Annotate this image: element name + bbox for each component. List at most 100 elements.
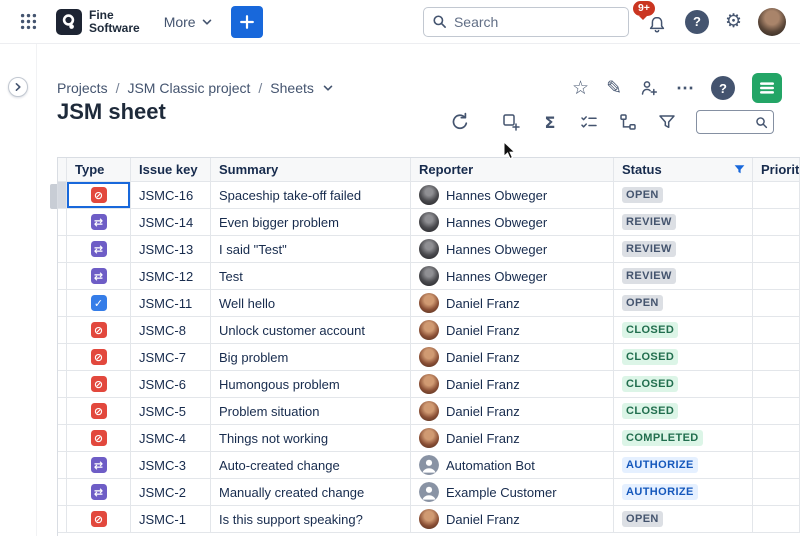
search-input[interactable] [453, 13, 620, 30]
hierarchy-icon[interactable] [618, 112, 638, 132]
status-cell[interactable]: REVIEW [614, 263, 753, 290]
reporter-cell[interactable]: Example Customer [411, 479, 614, 506]
priority-cell[interactable] [753, 425, 800, 452]
chevron-down-icon[interactable] [322, 82, 334, 94]
type-cell[interactable]: ⊘ [67, 398, 131, 425]
status-cell[interactable]: AUTHORIZE [614, 452, 753, 479]
help-button[interactable]: ? [684, 9, 709, 34]
status-cell[interactable]: REVIEW [614, 236, 753, 263]
add-view-icon[interactable] [501, 112, 521, 132]
header-status[interactable]: Status [614, 158, 753, 182]
row-handle-cell[interactable] [58, 506, 67, 533]
summary-cell[interactable]: Well hello [211, 290, 411, 317]
priority-cell[interactable] [753, 236, 800, 263]
type-cell[interactable]: ⇄ [67, 209, 131, 236]
reporter-cell[interactable]: Hannes Obweger [411, 209, 614, 236]
row-handle-cell[interactable] [58, 236, 67, 263]
row-handle-cell[interactable] [58, 452, 67, 479]
reporter-cell[interactable]: Daniel Franz [411, 344, 614, 371]
type-cell[interactable]: ⊘ [67, 506, 131, 533]
priority-cell[interactable] [753, 371, 800, 398]
edit-pencil-icon[interactable]: ✎ [606, 79, 622, 98]
priority-cell[interactable] [753, 452, 800, 479]
reporter-cell[interactable]: Automation Bot [411, 452, 614, 479]
row-handle-cell[interactable] [58, 290, 67, 317]
status-cell[interactable]: CLOSED [614, 344, 753, 371]
reporter-cell[interactable]: Daniel Franz [411, 398, 614, 425]
summary-cell[interactable]: Humongous problem [211, 371, 411, 398]
notifications-button[interactable]: 9+ [632, 0, 669, 35]
issue-key-cell[interactable]: JSMC-16 [131, 182, 211, 209]
sheet-help-button[interactable]: ? [711, 76, 735, 100]
issue-key-cell[interactable]: JSMC-5 [131, 398, 211, 425]
settings-button[interactable]: ⚙ [725, 12, 742, 31]
favorite-star-icon[interactable]: ☆ [572, 79, 589, 98]
summary-cell[interactable]: Manually created change [211, 479, 411, 506]
status-cell[interactable]: CLOSED [614, 317, 753, 344]
summary-cell[interactable]: Things not working [211, 425, 411, 452]
refresh-icon[interactable] [450, 112, 470, 132]
priority-cell[interactable] [753, 398, 800, 425]
reporter-cell[interactable]: Daniel Franz [411, 371, 614, 398]
reporter-cell[interactable]: Daniel Franz [411, 317, 614, 344]
summary-cell[interactable]: Auto-created change [211, 452, 411, 479]
summary-cell[interactable]: Is this support speaking? [211, 506, 411, 533]
reporter-cell[interactable]: Daniel Franz [411, 506, 614, 533]
row-handle-cell[interactable] [58, 317, 67, 344]
priority-cell[interactable] [753, 290, 800, 317]
status-cell[interactable]: CLOSED [614, 398, 753, 425]
status-cell[interactable]: OPEN [614, 290, 753, 317]
priority-cell[interactable] [753, 506, 800, 533]
checklist-icon[interactable] [579, 112, 599, 132]
row-handle-cell[interactable] [58, 425, 67, 452]
issue-key-cell[interactable]: JSMC-3 [131, 452, 211, 479]
app-switcher-button[interactable] [14, 8, 42, 36]
status-cell[interactable]: REVIEW [614, 209, 753, 236]
type-cell[interactable]: ⊘ [67, 371, 131, 398]
create-button[interactable] [230, 5, 263, 38]
row-handle-cell[interactable] [58, 371, 67, 398]
summary-cell[interactable]: Big problem [211, 344, 411, 371]
reporter-cell[interactable]: Hannes Obweger [411, 182, 614, 209]
priority-cell[interactable] [753, 317, 800, 344]
status-cell[interactable]: CLOSED [614, 371, 753, 398]
issue-key-cell[interactable]: JSMC-11 [131, 290, 211, 317]
row-handle-cell[interactable] [58, 398, 67, 425]
reporter-cell[interactable]: Hannes Obweger [411, 263, 614, 290]
issue-key-cell[interactable]: JSMC-7 [131, 344, 211, 371]
type-cell[interactable]: ⊘ [67, 344, 131, 371]
type-cell[interactable]: ⇄ [67, 263, 131, 290]
type-cell[interactable]: ⇄ [67, 452, 131, 479]
breadcrumb-sheets[interactable]: Sheets [270, 80, 314, 96]
type-cell[interactable]: ⊘ [67, 425, 131, 452]
issue-key-cell[interactable]: JSMC-6 [131, 371, 211, 398]
header-type[interactable]: Type [67, 158, 131, 182]
header-reporter[interactable]: Reporter [411, 158, 614, 182]
type-cell[interactable]: ✓ [67, 290, 131, 317]
row-drag-handle[interactable] [50, 184, 57, 209]
user-avatar[interactable] [758, 7, 786, 36]
status-cell[interactable]: AUTHORIZE [614, 479, 753, 506]
priority-cell[interactable] [753, 344, 800, 371]
sheet-search[interactable] [696, 110, 774, 134]
more-options-icon[interactable]: ⋯ [676, 78, 694, 99]
issue-key-cell[interactable]: JSMC-8 [131, 317, 211, 344]
sum-icon[interactable]: Σ [540, 112, 560, 132]
issue-key-cell[interactable]: JSMC-2 [131, 479, 211, 506]
more-menu-button[interactable]: More [164, 14, 213, 30]
sheets-app-icon[interactable] [752, 73, 782, 103]
issue-key-cell[interactable]: JSMC-12 [131, 263, 211, 290]
row-handle-cell[interactable] [58, 263, 67, 290]
priority-cell[interactable] [753, 182, 800, 209]
share-icon[interactable] [639, 78, 659, 98]
reporter-cell[interactable]: Daniel Franz [411, 425, 614, 452]
row-handle-cell[interactable] [58, 209, 67, 236]
summary-cell[interactable]: Problem situation [211, 398, 411, 425]
breadcrumb-projects[interactable]: Projects [57, 80, 108, 96]
row-handle-cell[interactable] [58, 344, 67, 371]
summary-cell[interactable]: Spaceship take-off failed [211, 182, 411, 209]
status-cell[interactable]: OPEN [614, 506, 753, 533]
priority-cell[interactable] [753, 263, 800, 290]
status-cell[interactable]: OPEN [614, 182, 753, 209]
filter-icon[interactable] [657, 112, 677, 132]
